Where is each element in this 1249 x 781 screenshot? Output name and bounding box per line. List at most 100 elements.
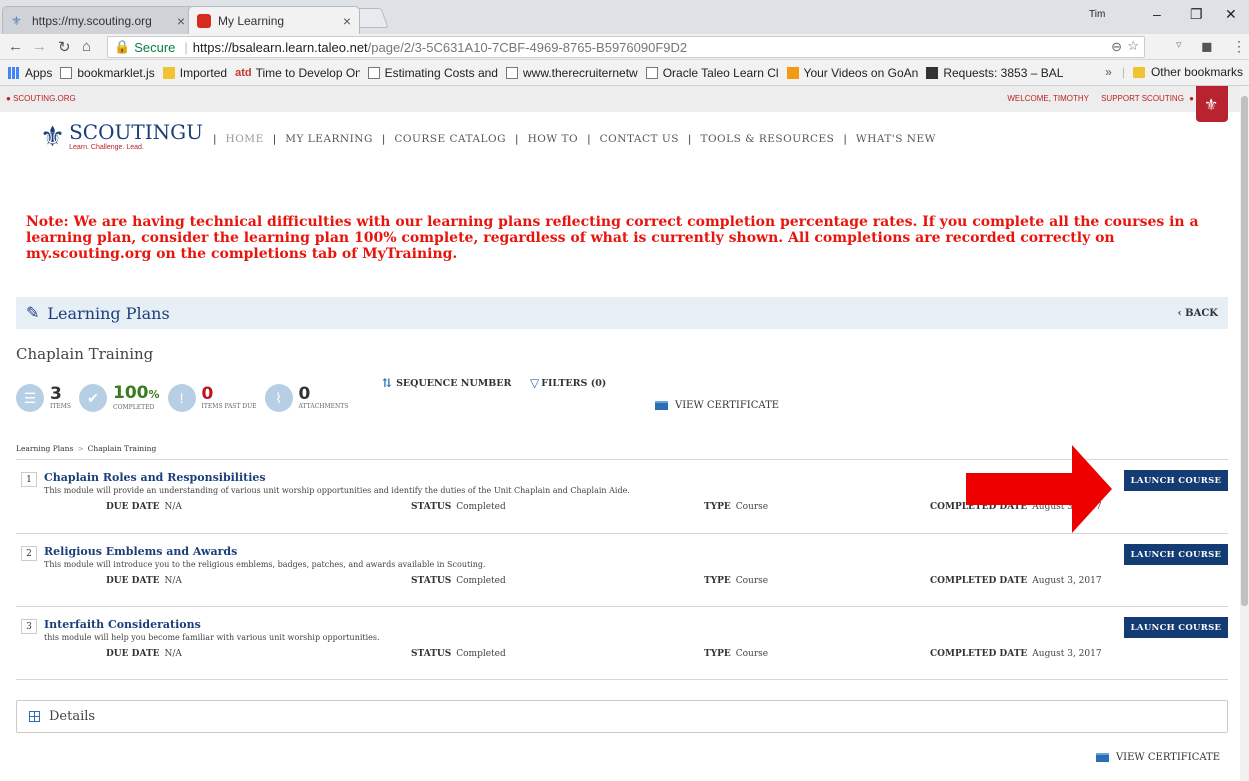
back-icon[interactable]: ← <box>8 38 23 55</box>
divider <box>16 606 1228 607</box>
minimize-icon[interactable]: – <box>1153 6 1161 22</box>
certificate-icon <box>655 401 668 410</box>
course-description: This module will provide an understandin… <box>44 486 630 495</box>
zoom-icon[interactable]: ⊖ <box>1111 39 1122 55</box>
launch-course-button[interactable]: LAUNCH COURSE <box>1124 470 1228 491</box>
filter-icon: ▽ <box>530 376 540 390</box>
oracle-icon <box>197 13 211 28</box>
course-title[interactable]: Chaplain Roles and Responsibilities <box>44 471 266 484</box>
course-description: this module will help you become familia… <box>44 633 380 642</box>
extension-icon[interactable]: ▿ <box>1176 38 1182 51</box>
home-icon[interactable]: ⌂ <box>82 38 91 55</box>
tab-my-learning[interactable]: My Learning × <box>188 6 360 34</box>
browser-tabstrip: ⚜ https://my.scouting.org × My Learning … <box>0 0 1249 34</box>
nav-how-to[interactable]: HOW TO <box>519 133 588 145</box>
bsa-badge[interactable]: ⚜ <box>1196 86 1228 122</box>
page-icon <box>367 66 380 79</box>
stat-attachments: ⌇ 0 ATTACHMENTS <box>264 384 348 412</box>
nav-contact-us[interactable]: CONTACT US <box>591 133 688 145</box>
restore-icon[interactable]: ❐ <box>1190 6 1203 23</box>
divider: | <box>1121 65 1125 79</box>
bookmark-oracle-taleo[interactable]: Oracle Taleo Learn Cl <box>645 66 779 80</box>
arrow-right-icon: ● <box>1189 94 1194 103</box>
breadcrumb-learning-plans[interactable]: Learning Plans <box>16 444 73 453</box>
course-number: 3 <box>21 619 37 634</box>
other-bookmarks[interactable]: Other bookmarks <box>1151 65 1243 79</box>
scouting-org-link[interactable]: ● SCOUTING.ORG <box>6 94 76 103</box>
apps-icon <box>8 66 20 79</box>
nav-course-catalog[interactable]: COURSE CATALOG <box>385 133 515 145</box>
paperclip-icon: ⌇ <box>264 384 293 412</box>
nav-whats-new[interactable]: WHAT'S NEW <box>847 133 945 145</box>
details-panel[interactable]: Details <box>16 700 1228 733</box>
launch-course-button[interactable]: LAUNCH COURSE <box>1124 544 1228 565</box>
close-window-icon[interactable]: ✕ <box>1225 6 1237 23</box>
fleur-de-lis-icon: ⚜ <box>40 121 66 152</box>
reload-icon[interactable]: ↻ <box>58 38 71 56</box>
star-icon[interactable]: ☆ <box>1127 38 1139 54</box>
nav-home[interactable]: HOME <box>217 133 273 145</box>
fleur-de-lis-icon: ⚜ <box>1204 97 1219 114</box>
scrollbar-thumb[interactable] <box>1241 96 1248 606</box>
overflow-chevron-icon[interactable]: » <box>1105 65 1112 79</box>
course-title[interactable]: Interfaith Considerations <box>44 618 201 631</box>
page-icon <box>60 66 73 79</box>
completion-note: Note: We are having technical difficulti… <box>26 214 1199 262</box>
certificate-icon <box>1095 753 1109 762</box>
bookmark-bookmarklet[interactable]: bookmarklet.js <box>60 66 155 80</box>
page-icon <box>505 66 518 79</box>
bookmarks-bar: Apps bookmarklet.js Imported atd Time to… <box>0 60 1249 86</box>
back-button[interactable]: ‹ BACK <box>1178 308 1218 319</box>
profile-name[interactable]: Tim <box>1089 9 1105 20</box>
edit-icon: ✎ <box>26 305 40 322</box>
forward-icon[interactable]: → <box>32 38 47 55</box>
view-certificate-link[interactable]: VIEW CERTIFICATE <box>655 400 779 411</box>
filters-button[interactable]: ▽ FILTERS (0) <box>530 376 606 390</box>
support-scouting-link[interactable]: SUPPORT SCOUTING <box>1101 94 1184 103</box>
bookmark-requests[interactable]: Requests: 3853 – BAL <box>926 66 1063 80</box>
welcome-text: WELCOME, TIMOTHY <box>1007 94 1089 103</box>
course-title[interactable]: Religious Emblems and Awards <box>44 545 237 558</box>
browser-toolbar: ← → ↻ ⌂ 🔒 Secure | https://bsalearn.lear… <box>0 34 1249 60</box>
page-scrollbar[interactable] <box>1240 86 1249 781</box>
menu-icon[interactable]: ⋮ <box>1232 38 1246 55</box>
main-nav: | HOME | MY LEARNING | COURSE CATALOG | … <box>213 133 945 145</box>
sort-icon: ⇅ <box>382 376 393 390</box>
close-tab-icon[interactable]: × <box>343 13 351 29</box>
bookmark-estimating-costs[interactable]: Estimating Costs and <box>367 66 498 80</box>
nav-tools-resources[interactable]: TOOLS & RESOURCES <box>691 133 843 145</box>
bookmark-goanimate[interactable]: Your Videos on GoAn <box>786 66 918 80</box>
address-bar[interactable]: 🔒 Secure | https://bsalearn.learn.taleo.… <box>107 36 1145 58</box>
tab-scouting[interactable]: ⚜ https://my.scouting.org × <box>2 6 194 34</box>
divider: | <box>184 39 188 55</box>
warning-icon: ! <box>167 384 196 412</box>
view-certificate-link-bottom[interactable]: VIEW CERTIFICATE <box>1095 752 1220 763</box>
logo-tagline: Learn. Challenge. Lead. <box>69 144 144 151</box>
secure-label: Secure <box>134 39 176 55</box>
bookmark-time-to-develop[interactable]: atd Time to Develop One <box>235 66 360 80</box>
launch-course-button[interactable]: LAUNCH COURSE <box>1124 617 1228 638</box>
url-path: /page/2/3-5C631A10-7CBF-4969-8765-B59760… <box>367 39 688 55</box>
bookmark-recruiternet[interactable]: www.therecruiternetw <box>505 66 638 80</box>
topbar-right: WELCOME, TIMOTHY SUPPORT SCOUTING ● <box>997 94 1194 103</box>
page-icon <box>645 66 658 79</box>
sequence-number-sort[interactable]: ⇅ SEQUENCE NUMBER <box>382 376 511 390</box>
bookmark-apps[interactable]: Apps <box>8 66 52 80</box>
p-icon <box>926 66 939 79</box>
fleur-de-lis-icon: ⚜ <box>11 13 22 28</box>
bookmark-imported[interactable]: Imported <box>162 66 227 80</box>
breadcrumb: Learning Plans > Chaplain Training <box>16 444 157 453</box>
plan-stats: ☰ 3 ITEMS ✔ 100% COMPLETED ! 0 ITEMS PAS… <box>16 384 356 412</box>
scoutingu-logo[interactable]: ⚜ SCOUTINGU Learn. Challenge. Lead. <box>40 120 203 153</box>
learning-plans-title: Learning Plans <box>47 303 170 323</box>
bookmarks-overflow-area: » | Other bookmarks <box>1105 65 1243 79</box>
site-topbar: ● SCOUTING.ORG WELCOME, TIMOTHY SUPPORT … <box>0 86 1240 112</box>
extension-icon[interactable]: ◼ <box>1201 38 1213 55</box>
check-icon: ✔ <box>79 384 108 412</box>
plan-title: Chaplain Training <box>16 345 154 363</box>
close-tab-icon[interactable]: × <box>177 13 185 29</box>
folder-icon <box>162 66 175 79</box>
course-number: 2 <box>21 546 37 561</box>
course-number: 1 <box>21 472 37 487</box>
nav-my-learning[interactable]: MY LEARNING <box>276 133 382 145</box>
